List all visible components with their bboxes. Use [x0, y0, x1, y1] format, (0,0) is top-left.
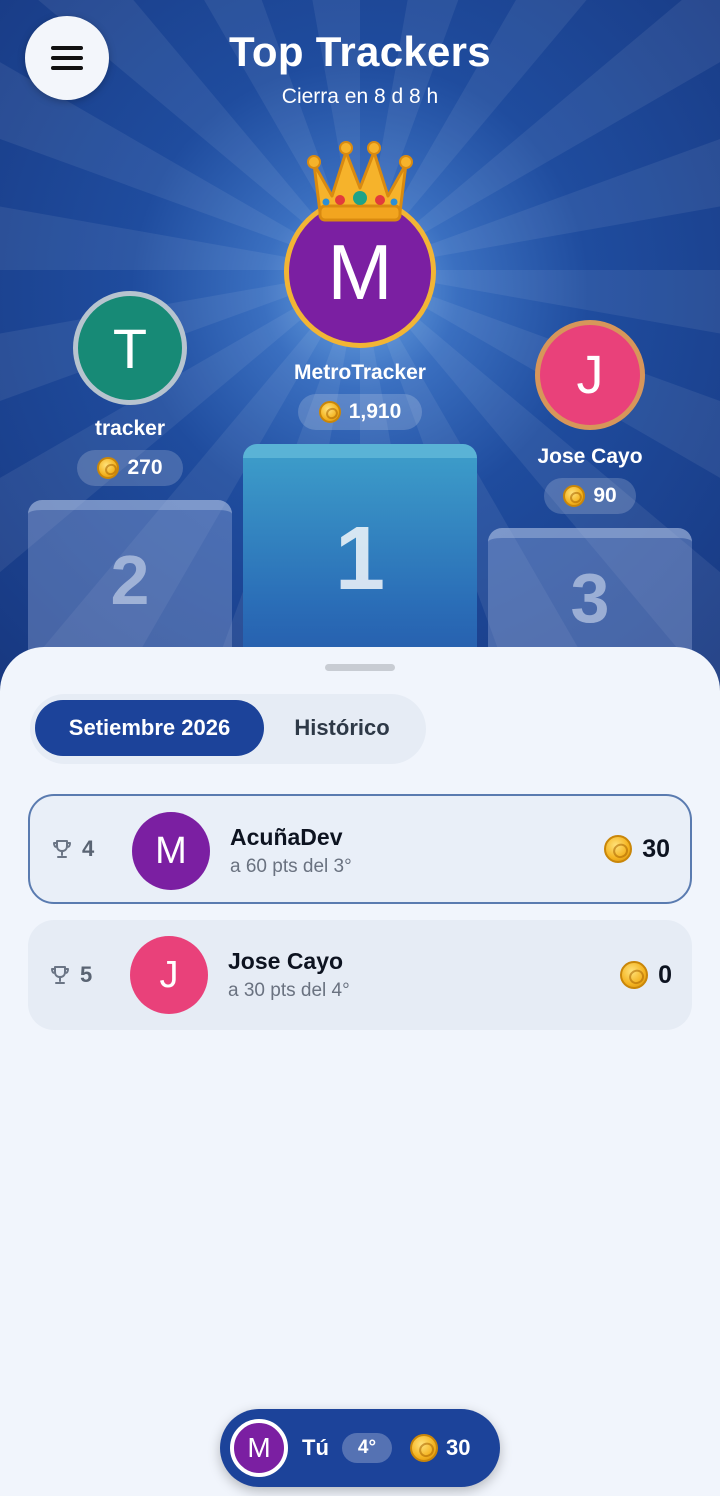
third-place-name: Jose Cayo [537, 445, 643, 468]
avatar: M [132, 812, 210, 890]
row-score: 30 [604, 796, 670, 902]
rank-number: 5 [80, 962, 93, 987]
trophy-icon [53, 840, 71, 858]
score-value: 30 [642, 834, 670, 863]
second-place-name: tracker [94, 417, 166, 440]
avatar-initial: J [159, 953, 179, 996]
avatar-third-place[interactable]: J [535, 320, 645, 430]
leaderboard-sheet: Setiembre 2026 Histórico 4 M AcuñaDev a … [0, 647, 720, 1496]
row-rank: 5 [50, 920, 92, 1030]
avatar-initial: J [576, 345, 604, 405]
my-label: Tú [302, 1435, 329, 1460]
my-score: 30 [410, 1409, 470, 1487]
tab-current-month[interactable]: Setiembre 2026 [35, 700, 264, 756]
leaderboard-row[interactable]: 5 J Jose Cayo a 30 pts del 4° 0 [28, 920, 692, 1030]
my-position-bar[interactable]: M Tú 4° 30 [220, 1409, 500, 1487]
period-tabs: Setiembre 2026 Histórico [30, 694, 426, 764]
avatar-initial: T [112, 316, 148, 380]
page-title: Top Trackers [229, 28, 491, 75]
coin-icon [620, 961, 649, 989]
row-score: 0 [620, 920, 672, 1030]
score-value: 0 [658, 960, 672, 989]
leaderboard-row[interactable]: 4 M AcuñaDev a 60 pts del 3° 30 [28, 794, 692, 904]
countdown-text: Cierra en 8 d 8 h [281, 85, 439, 108]
first-place-name: MetroTracker [294, 361, 426, 384]
score-value: 30 [446, 1435, 471, 1460]
coin-icon [604, 835, 633, 863]
score-value: 90 [593, 484, 617, 507]
avatar-second-place[interactable]: T [73, 291, 187, 405]
row-gap-text: a 30 pts del 4° [228, 980, 350, 1001]
third-place-score: 90 [544, 478, 636, 514]
my-avatar: M [230, 1419, 288, 1477]
my-rank-badge: 4° [342, 1433, 392, 1463]
row-name: AcuñaDev [230, 824, 343, 850]
rank-number: 4 [82, 836, 95, 861]
crown-icon [307, 141, 413, 222]
row-rank: 4 [52, 796, 94, 902]
coin-icon [410, 1434, 438, 1462]
podium-hero: Top Trackers Cierra en 8 d 8 h 2 3 1 M M… [0, 0, 720, 700]
avatar-initial: M [247, 1432, 271, 1463]
avatar-initial: M [327, 227, 393, 316]
score-value: 270 [127, 456, 163, 479]
coin-icon [97, 457, 120, 479]
coin-icon [318, 401, 341, 423]
avatar: J [130, 936, 208, 1014]
tab-historic[interactable]: Histórico [264, 700, 420, 756]
row-name: Jose Cayo [228, 948, 344, 974]
avatar-initial: M [155, 829, 187, 872]
second-place-score: 270 [77, 450, 183, 486]
coin-icon [563, 485, 586, 507]
score-value: 1,910 [348, 400, 402, 423]
first-place-score: 1,910 [298, 394, 422, 430]
drag-handle[interactable] [325, 664, 395, 671]
row-gap-text: a 60 pts del 3° [230, 856, 352, 877]
trophy-icon [51, 966, 69, 984]
